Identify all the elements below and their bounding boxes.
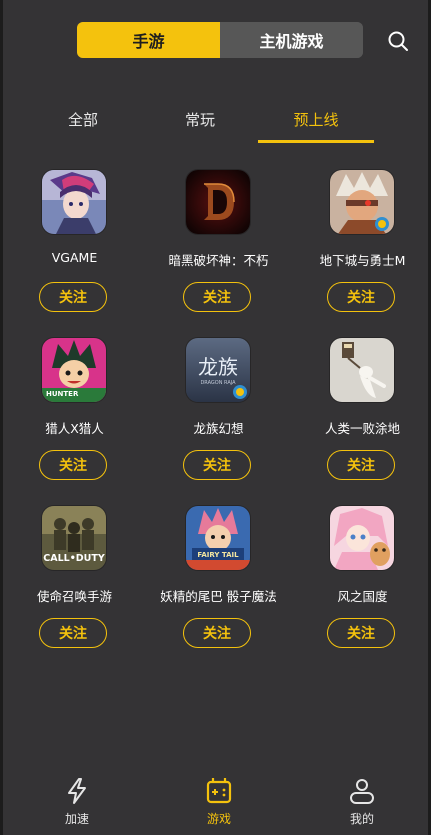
svg-text:FAIRY TAIL: FAIRY TAIL: [197, 551, 239, 559]
game-name: 暗黑破坏神：不朽: [168, 253, 269, 268]
follow-button[interactable]: 关注: [327, 618, 395, 648]
active-tab-indicator: [258, 140, 374, 143]
warrior-character-icon[interactable]: [330, 170, 394, 234]
game-name: 妖精的尾巴 骰子魔法: [160, 589, 277, 604]
game-card: 龙族 DRAGON RAJA 龙族幻想 关注: [147, 338, 290, 506]
gamepad-icon: [204, 776, 234, 806]
nav-label: 加速: [64, 812, 89, 826]
game-card: 人类一败涂地 关注: [291, 338, 431, 506]
game-card: 暗黑破坏神：不朽 关注: [147, 170, 290, 338]
follow-button[interactable]: 关注: [39, 282, 107, 312]
follow-button[interactable]: 关注: [183, 618, 251, 648]
anime-girl-icon[interactable]: [330, 506, 394, 570]
game-name: 龙族幻想: [193, 421, 244, 436]
game-name: 人类一败涂地: [324, 421, 400, 436]
game-card: CALL•DUTY 使命召唤手游 关注: [3, 506, 146, 674]
console-games-tab[interactable]: 主机游戏: [220, 22, 363, 58]
ragdoll-icon[interactable]: [330, 338, 394, 402]
hunter-boy-icon[interactable]: HUNTER: [42, 338, 106, 402]
game-card: VGAME 关注: [3, 170, 146, 338]
follow-button[interactable]: 关注: [327, 282, 395, 312]
follow-button[interactable]: 关注: [183, 450, 251, 480]
tab-frequent[interactable]: 常玩: [142, 96, 258, 142]
mobile-games-tab[interactable]: 手游: [77, 22, 220, 58]
svg-text:DRAGON RAJA: DRAGON RAJA: [200, 380, 236, 386]
anime-character-icon[interactable]: [42, 170, 106, 234]
category-tabs: 全部 常玩 预上线: [3, 96, 431, 144]
follow-button[interactable]: 关注: [327, 450, 395, 480]
game-card: FAIRY TAIL 妖精的尾巴 骰子魔法 关注: [147, 506, 290, 674]
game-card: 风之国度 关注: [291, 506, 431, 674]
platform-switch: 手游 主机游戏: [77, 22, 363, 58]
nav-accelerate[interactable]: 加速: [37, 768, 117, 828]
nav-games[interactable]: 游戏: [179, 768, 259, 828]
dragon-logo-icon[interactable]: 龙族 DRAGON RAJA: [186, 338, 250, 402]
game-name: 风之国度: [337, 589, 388, 604]
follow-button[interactable]: 关注: [39, 618, 107, 648]
tab-upcoming[interactable]: 预上线: [258, 96, 374, 142]
nav-label: 我的: [349, 812, 374, 826]
diablo-d-icon[interactable]: [186, 170, 250, 234]
game-name: 地下城与勇士M: [319, 253, 406, 268]
lightning-icon: [62, 776, 92, 806]
game-name: 使命召唤手游: [36, 589, 112, 604]
nav-label: 游戏: [206, 812, 231, 826]
game-card: HUNTER 猎人X猎人 关注: [3, 338, 146, 506]
tab-all[interactable]: 全部: [25, 96, 141, 142]
svg-text:龙族: 龙族: [198, 355, 238, 379]
follow-button[interactable]: 关注: [183, 282, 251, 312]
game-card: 地下城与勇士M 关注: [291, 170, 431, 338]
user-icon: [347, 776, 377, 806]
svg-text:HUNTER: HUNTER: [46, 390, 79, 398]
follow-button[interactable]: 关注: [39, 450, 107, 480]
app-screen: 手游 主机游戏 全部 常玩 预上线 VGAME 关注 暗黑破坏神：不朽 关注 地…: [0, 0, 431, 835]
search-icon[interactable]: [387, 30, 409, 52]
game-name: VGAME: [51, 250, 98, 265]
svg-text:CALL•DUTY: CALL•DUTY: [43, 553, 105, 564]
fairy-tail-icon[interactable]: FAIRY TAIL: [186, 506, 250, 570]
nav-profile[interactable]: 我的: [322, 768, 402, 828]
bottom-nav: 加速 游戏 我的: [3, 768, 431, 835]
soldiers-icon[interactable]: CALL•DUTY: [42, 506, 106, 570]
game-name: 猎人X猎人: [45, 421, 104, 436]
